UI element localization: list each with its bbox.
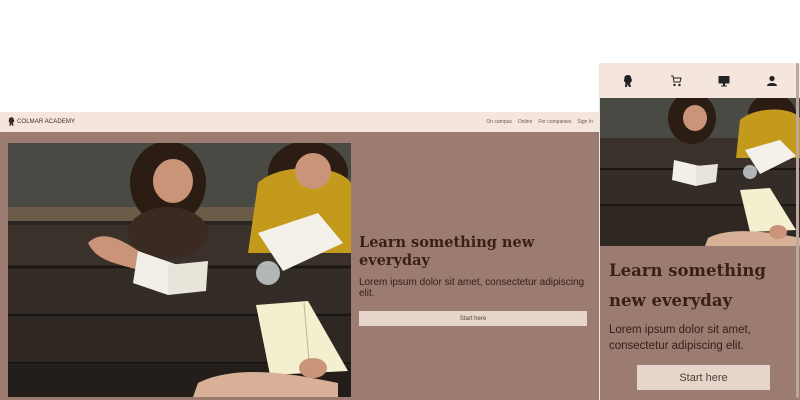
desktop-preview: COLMAR ACADEMY On campus Online For comp… [0,112,599,400]
mobile-preview: Learn something new everyday Lorem ipsum… [599,63,800,400]
hero-content: Learn something new everyday Lorem ipsum… [609,256,794,354]
start-here-button[interactable]: Start here [637,365,770,390]
stroller-icon[interactable] [669,74,683,88]
hero-image [8,143,351,397]
nav-link-for-companies[interactable]: For companies [538,119,571,125]
lion-icon[interactable] [621,74,635,88]
user-icon[interactable] [765,74,779,88]
responsive-preview-canvas: COLMAR ACADEMY On campus Online For comp… [0,0,800,400]
hero-title: Learn something new everyday [609,261,766,310]
brand-logo[interactable]: COLMAR ACADEMY [8,116,76,128]
hero-description: Lorem ipsum dolor sit amet, consectetur … [359,277,585,299]
start-here-button[interactable]: Start here [359,311,587,326]
desktop-nav-links: On campus Online For companies Sign In [486,119,593,125]
hero-description: Lorem ipsum dolor sit amet, consectetur … [609,324,751,352]
hero-content: Learn something new everyday Lorem ipsum… [359,234,589,326]
nav-link-online[interactable]: Online [518,119,532,125]
lion-icon [8,116,15,128]
hero-title: Learn something new everyday [359,234,535,269]
desktop-navbar: COLMAR ACADEMY On campus Online For comp… [0,112,599,132]
hero-image [600,98,800,246]
nav-link-sign-in[interactable]: Sign In [577,119,593,125]
brand-name: COLMAR ACADEMY [17,119,76,125]
mobile-navbar [600,63,800,98]
nav-link-on-campus[interactable]: On campus [486,119,512,125]
scrollbar[interactable] [796,63,799,398]
monitor-icon[interactable] [717,74,731,88]
